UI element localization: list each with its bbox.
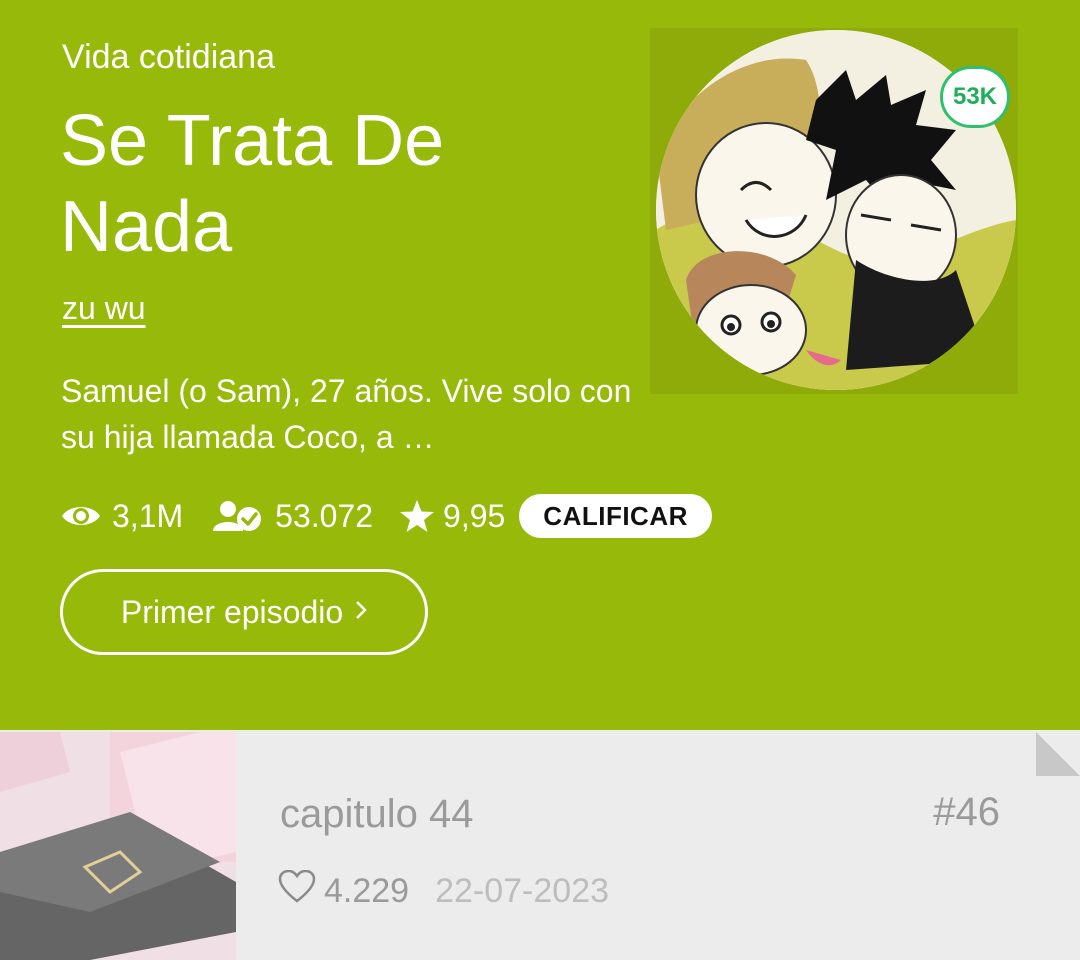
rating-stat: 9,95 <box>399 498 505 535</box>
star-icon <box>399 499 435 533</box>
genre-label[interactable]: Vida cotidiana <box>62 38 275 77</box>
subscribers-count: 53.072 <box>275 497 374 534</box>
eye-icon <box>60 502 102 530</box>
chevron-right-icon <box>355 596 367 628</box>
subscribers-stat: 53.072 <box>211 498 373 535</box>
stats-row: 3,1M 53.072 9,95 CALIFICAR <box>60 492 712 540</box>
episode-list-item[interactable]: capitulo 44 #46 4.229 22-07-2023 <box>0 730 1080 960</box>
series-header: Vida cotidiana Se Trata De Nada zu wu Sa… <box>0 0 1080 730</box>
views-stat: 3,1M <box>60 498 183 535</box>
subscriber-badge: 53K <box>940 66 1010 128</box>
first-episode-button[interactable]: Primer episodio <box>60 569 428 655</box>
episode-thumbnail <box>0 732 236 960</box>
rating-value: 9,95 <box>443 497 506 534</box>
heart-outline-icon <box>278 869 316 913</box>
first-episode-label: Primer episodio <box>120 593 344 630</box>
rate-button[interactable]: CALIFICAR <box>519 494 712 538</box>
series-description[interactable]: Samuel (o Sam), 27 años. Vive solo con s… <box>61 368 641 460</box>
corner-fold-icon <box>1036 732 1080 776</box>
episode-number: #46 <box>933 790 1000 834</box>
user-check-icon <box>211 499 265 533</box>
views-count: 3,1M <box>112 497 184 534</box>
episode-likes: 4.229 <box>324 872 410 910</box>
series-title: Se Trata De Nada <box>60 101 445 267</box>
episode-title: capitulo 44 <box>280 792 474 836</box>
episode-date: 22-07-2023 <box>435 872 610 910</box>
author-link[interactable]: zu wu <box>62 290 146 327</box>
episode-meta: 4.229 22-07-2023 <box>278 869 610 913</box>
